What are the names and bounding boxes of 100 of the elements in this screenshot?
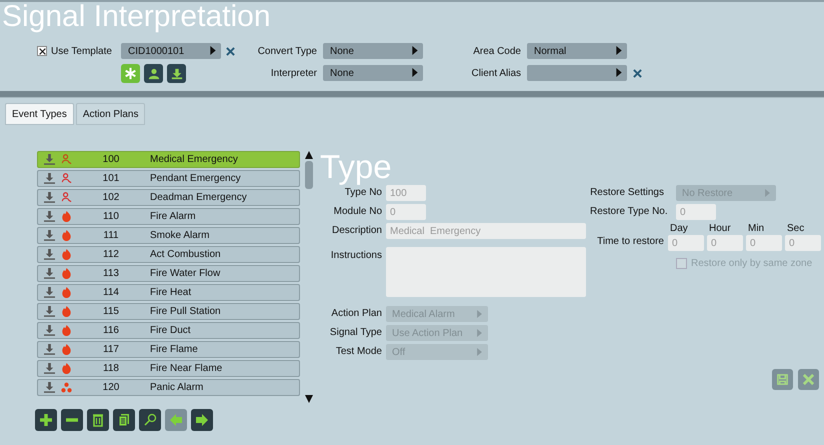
event-number: 118 [102,363,120,374]
event-name: Smoke Alarm [150,230,210,241]
event-row[interactable]: 116 Fire Duct [37,322,300,339]
event-name: Pendant Emergency [150,173,241,184]
event-name: Medical Emergency [150,154,238,165]
tab[interactable]: Action Plans [76,103,146,125]
search-button[interactable] [139,409,161,431]
scroll-down-icon[interactable] [305,395,313,403]
trash-icon [91,413,105,427]
download-icon [44,363,55,374]
field-label: Test Mode [334,346,382,358]
download-icon [170,68,182,80]
caret-icon [616,68,622,77]
close-icon [802,373,815,386]
field-label: Action Plan [330,308,382,320]
download-icon [44,211,55,222]
fire-icon [61,344,72,355]
field-label: Hour [708,223,732,235]
event-row[interactable]: 111 Smoke Alarm [37,227,300,244]
copy-button[interactable] [113,409,135,431]
event-row[interactable]: 114 Fire Heat [37,284,300,301]
copy-icon [117,413,131,427]
event-row[interactable]: 102 Deadman Emergency [37,189,300,206]
forward-button[interactable] [191,409,213,431]
event-number: 102 [102,192,120,203]
panic-icon [61,382,72,393]
download-icon [44,230,55,241]
download-icon [44,173,55,184]
setting-label: Client Alias [470,68,521,78]
event-row[interactable]: 101 Pendant Emergency [37,170,300,187]
person-button[interactable] [144,64,163,83]
fire-icon [61,363,72,374]
download-button[interactable] [167,64,186,83]
remove-button[interactable] [61,409,83,431]
template-dropdown[interactable]: CID1000101 [121,43,221,59]
field-label: Signal Type [328,327,382,339]
field-label: Min [747,223,766,235]
section-heading: Type [320,149,392,185]
person-icon [148,68,160,80]
event-number: 116 [102,325,120,336]
event-row[interactable]: 112 Act Combustion [37,246,300,263]
setting-label: Interpreter [270,68,317,78]
event-number: 111 [102,230,120,241]
download-icon [44,306,55,317]
event-name: Fire Duct [150,325,191,336]
right-arrow-icon [195,413,209,427]
event-row[interactable]: 110 Fire Alarm [37,208,300,225]
event-number: 114 [102,287,120,298]
search-icon [143,413,157,427]
download-icon [44,344,55,355]
person-icon [61,192,72,203]
caret-icon [477,348,482,356]
setting-dropdown[interactable]: Normal [527,43,627,59]
caret-icon [477,329,482,337]
event-name: Fire Heat [150,287,192,298]
clear-icon[interactable] [226,46,235,56]
event-row[interactable]: 117 Fire Flame [37,341,300,358]
fire-icon [61,211,72,222]
add-button[interactable] [35,409,57,431]
event-row[interactable]: 120 Panic Alarm [37,379,300,396]
event-name: Fire Pull Station [150,306,221,317]
setting-label: Area Code [472,46,521,56]
event-row[interactable]: 118 Fire Near Flame [37,360,300,377]
caret-icon [616,46,622,55]
clear-icon[interactable] [633,68,642,78]
event-number: 100 [102,154,120,165]
event-row[interactable]: 113 Fire Water Flow [37,265,300,282]
setting-dropdown[interactable]: None [323,43,423,59]
caret-icon [210,46,216,55]
scroll-thumb[interactable] [305,161,313,189]
setting-label: Convert Type [256,46,317,56]
use-template-checkbox[interactable] [37,46,47,56]
event-number: 101 [102,173,120,184]
event-number: 110 [102,211,120,222]
delete-button[interactable] [87,409,109,431]
event-name: Fire Water Flow [150,268,220,279]
event-name: Fire Alarm [150,211,196,222]
event-number: 112 [102,249,120,260]
tab[interactable]: Event Types [5,103,74,125]
fire-icon [61,268,72,279]
floppy-icon [776,373,789,386]
fire-icon [61,325,72,336]
asterisk-icon [124,67,137,80]
event-number: 115 [102,306,120,317]
setting-dropdown[interactable]: None [323,65,423,81]
field-label: Module No [332,206,382,218]
scroll-up-icon[interactable] [305,151,313,159]
event-number: 113 [102,268,120,279]
event-number: 120 [102,382,120,393]
caret-icon [477,310,482,318]
event-name: Deadman Emergency [150,192,247,203]
fire-icon [61,306,72,317]
download-icon [44,325,55,336]
left-arrow-icon [169,413,183,427]
event-name: Panic Alarm [150,382,204,393]
event-row[interactable]: 115 Fire Pull Station [37,303,300,320]
event-row[interactable]: 100 Medical Emergency [37,151,300,168]
field-label: Sec [786,223,806,235]
field-label: Type No [344,187,382,199]
download-icon [44,287,55,298]
